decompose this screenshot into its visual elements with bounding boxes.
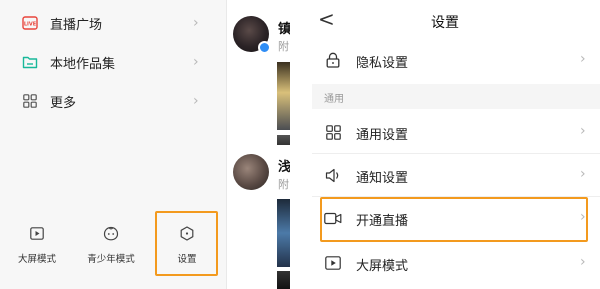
chevron-right-icon: › <box>193 93 199 109</box>
lock-icon <box>324 51 342 69</box>
settings-row-big-screen[interactable]: 大屏模式 › <box>312 242 600 284</box>
svg-text:LIVE: LIVE <box>24 21 37 27</box>
chevron-right-icon: › <box>580 123 586 139</box>
live-icon: LIVE <box>20 13 40 33</box>
drawer-item-label: 本地作品集 <box>50 56 116 72</box>
speaker-icon <box>324 166 342 184</box>
teen-mode-button[interactable]: 青少年模式 <box>79 225 143 275</box>
chevron-right-icon: › <box>580 51 586 67</box>
folder-icon <box>20 52 40 72</box>
feed-user-name: 镇 <box>278 22 290 37</box>
settings-highlight-box <box>155 211 218 276</box>
settings-row-general[interactable]: 通用设置 › <box>312 111 600 153</box>
teen-mode-label: 青少年模式 <box>87 254 135 265</box>
video-thumbnail[interactable] <box>277 271 290 289</box>
chevron-right-icon: › <box>193 15 199 31</box>
feed-partial: 镇 附 浅 附 <box>226 0 290 289</box>
video-thumbnail[interactable] <box>277 135 290 145</box>
teen-mode-icon <box>103 225 119 241</box>
section-header-general: 通用 <box>312 84 600 109</box>
drawer-item-label: 直播广场 <box>50 17 103 33</box>
settings-row-label: 隐私设置 <box>356 56 409 71</box>
settings-panel: < 设置 隐私设置 › 通用 通用设置 › 通知设置 › 开通直播 › 大屏模式… <box>290 0 600 289</box>
feed-user-name: 浅 <box>278 160 290 175</box>
avatar[interactable] <box>233 154 269 190</box>
drawer-item-local-collection[interactable]: 本地作品集 › <box>0 42 226 82</box>
page-title: 设置 <box>431 15 459 31</box>
grid-icon <box>324 123 342 141</box>
settings-row-privacy[interactable]: 隐私设置 › <box>312 39 600 81</box>
chevron-right-icon: › <box>193 54 199 70</box>
settings-row-label: 通用设置 <box>356 128 409 143</box>
settings-row-notifications[interactable]: 通知设置 › <box>312 154 600 196</box>
side-drawer: LIVE 直播广场 › 本地作品集 › 更多 › 大屏模式 青少年模式 设置 <box>0 0 226 289</box>
settings-row-label: 大屏模式 <box>356 259 409 274</box>
drawer-item-label: 更多 <box>50 95 77 111</box>
section-label: 通用 <box>324 94 344 105</box>
settings-row-label: 通知设置 <box>356 171 409 186</box>
drawer-item-live-square[interactable]: LIVE 直播广场 › <box>0 3 226 43</box>
grid-icon <box>20 91 40 111</box>
start-live-highlight-box <box>320 197 588 242</box>
video-thumbnail[interactable] <box>277 62 290 130</box>
settings-topbar: < 设置 <box>290 0 600 40</box>
chevron-right-icon: › <box>580 254 586 270</box>
big-screen-mode-label: 大屏模式 <box>17 254 56 265</box>
big-screen-mode-button[interactable]: 大屏模式 <box>5 225 69 275</box>
chevron-right-icon: › <box>580 166 586 182</box>
verified-badge-icon <box>258 41 271 54</box>
feed-user-sub: 附 <box>278 40 289 53</box>
big-screen-icon <box>29 225 45 241</box>
play-screen-icon <box>324 254 342 272</box>
video-thumbnail[interactable] <box>277 199 290 267</box>
drawer-item-more[interactable]: 更多 › <box>0 81 226 121</box>
feed-user-sub: 附 <box>278 178 289 191</box>
avatar[interactable] <box>233 16 271 54</box>
